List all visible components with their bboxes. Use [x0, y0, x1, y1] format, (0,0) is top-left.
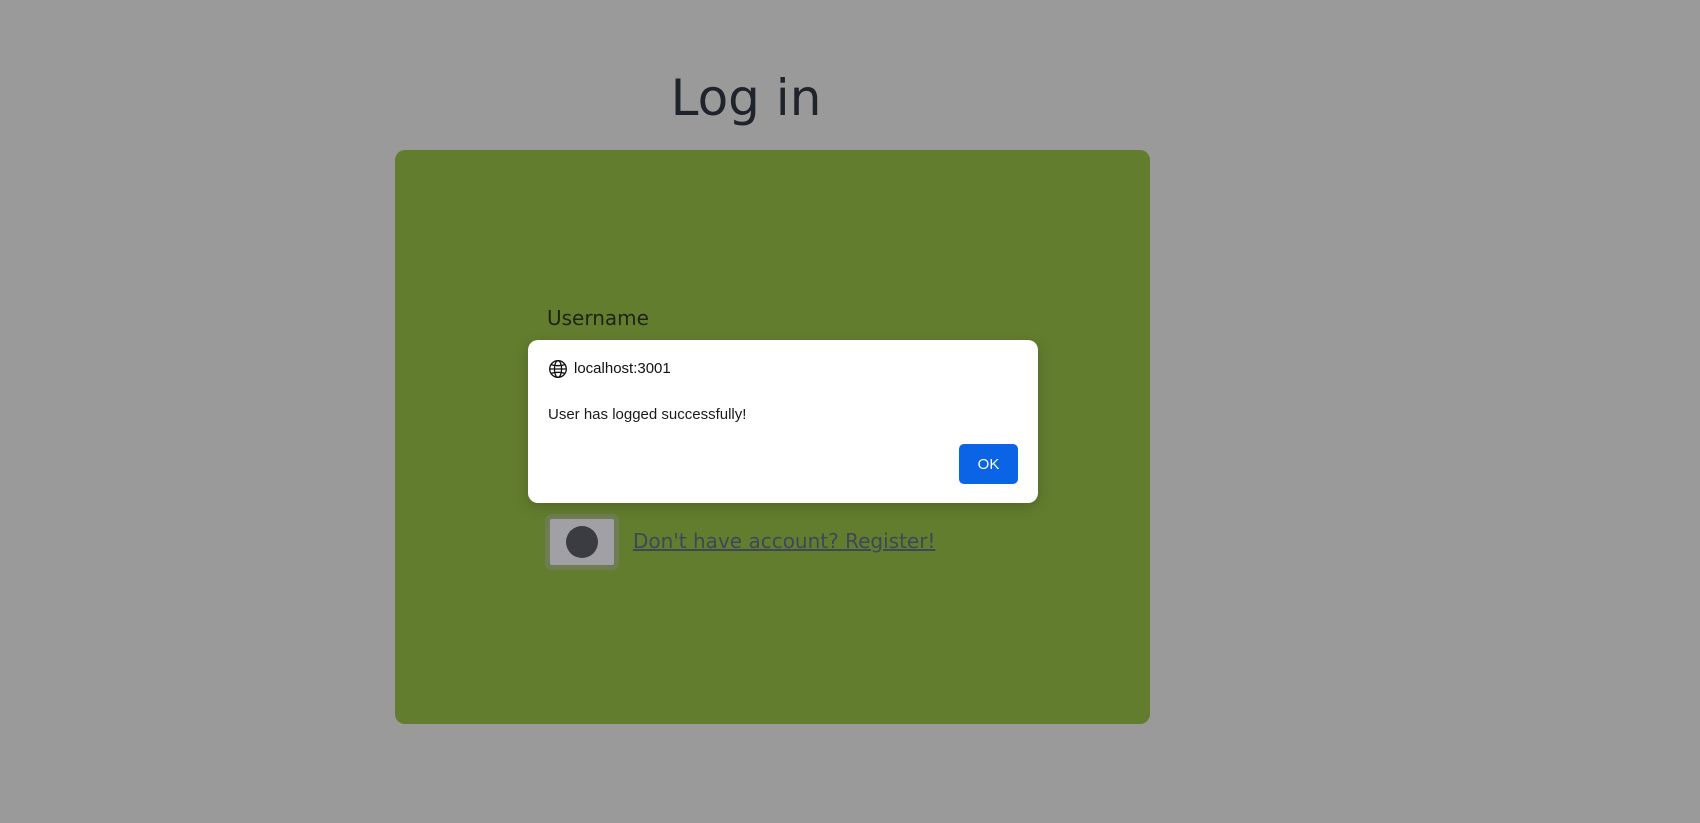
globe-icon [549, 360, 567, 378]
dialog-message: User has logged successfully! [548, 406, 747, 423]
ok-button[interactable]: OK [959, 444, 1018, 484]
dialog-origin-text: localhost:3001 [574, 360, 671, 377]
username-label: Username [547, 306, 649, 330]
register-link[interactable]: Don't have account? Register! [633, 528, 935, 554]
alert-dialog: localhost:3001 User has logged successfu… [528, 340, 1038, 503]
dialog-origin: localhost:3001 [548, 359, 671, 379]
toggle-knob [566, 526, 598, 558]
page-title: Log in [670, 69, 822, 127]
theme-toggle-button[interactable] [545, 514, 619, 570]
